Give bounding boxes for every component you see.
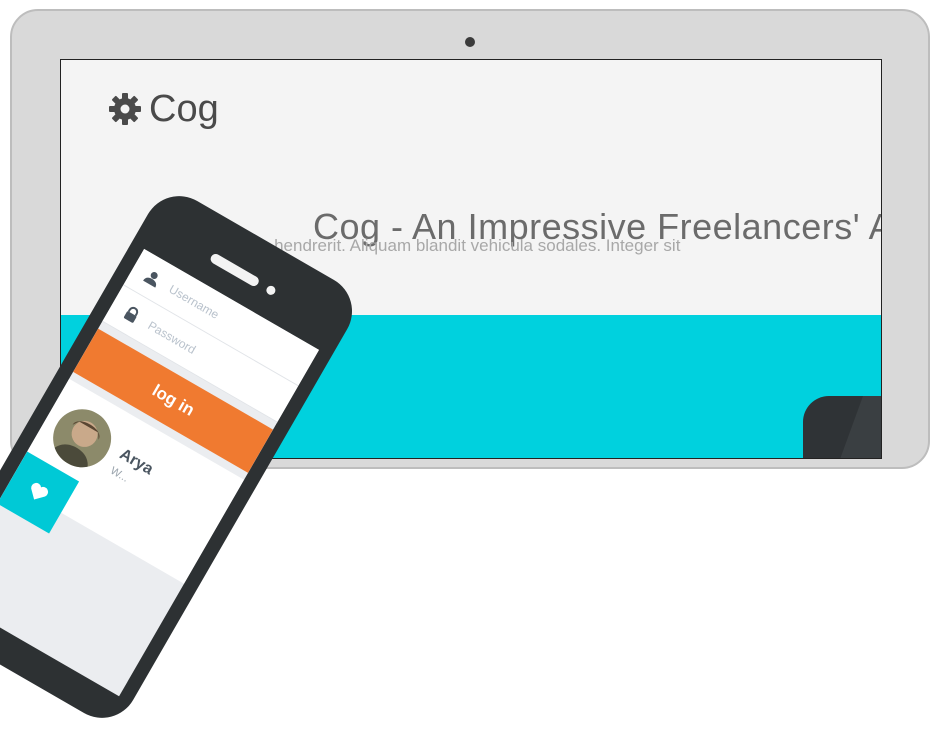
dark-device-corner — [803, 396, 881, 458]
password-placeholder: Password — [145, 317, 199, 357]
site-logo[interactable]: Cog — [107, 90, 219, 128]
logo-text: Cog — [149, 88, 219, 130]
lock-icon — [124, 306, 139, 323]
gear-icon — [109, 93, 141, 125]
phone-speaker — [208, 252, 261, 288]
phone-camera — [264, 284, 278, 297]
avatar-image — [42, 398, 122, 478]
device-shade — [826, 396, 881, 458]
avatar — [42, 398, 122, 478]
user-icon — [143, 271, 158, 288]
heart-icon — [31, 482, 49, 500]
laptop-camera — [465, 37, 475, 47]
like-button[interactable] — [0, 451, 80, 534]
